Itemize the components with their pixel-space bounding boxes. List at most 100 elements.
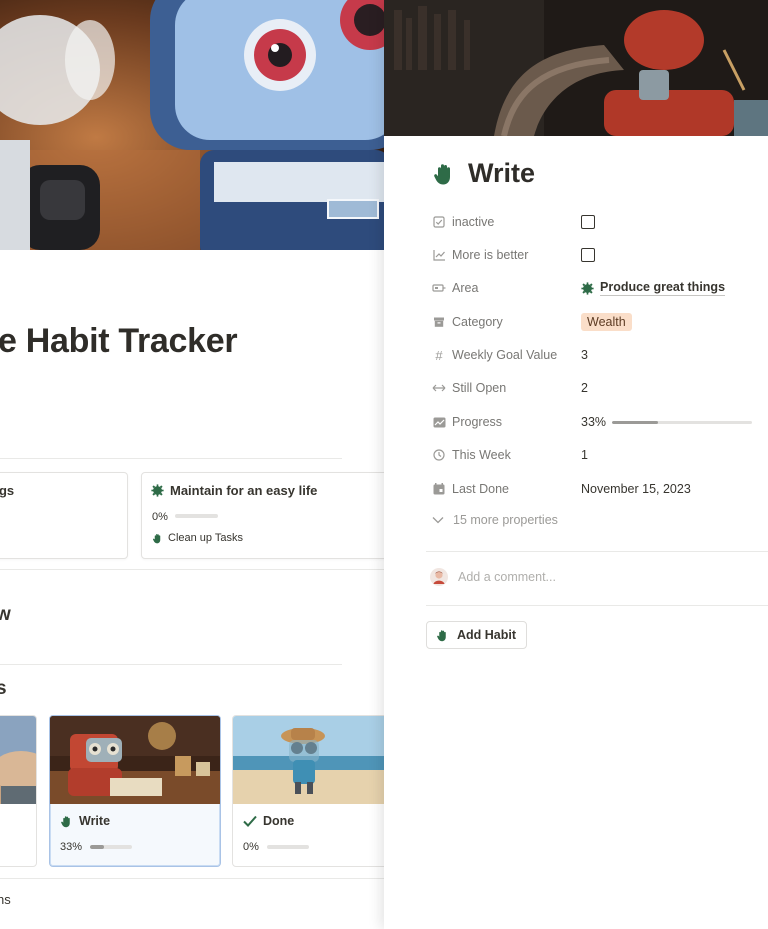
property-weekly-goal[interactable]: # Weekly Goal Value 3 xyxy=(432,343,768,367)
area-card-title: ngs xyxy=(0,483,15,498)
habit-thumbnail xyxy=(0,716,36,804)
cards-divider xyxy=(0,569,384,570)
avatar xyxy=(430,568,448,586)
hand-icon xyxy=(436,629,449,642)
peek-title-text[interactable]: Write xyxy=(468,158,535,189)
add-habit-button[interactable]: Add Habit xyxy=(426,621,528,649)
property-last-done[interactable]: Last Done November 15, 2023 xyxy=(432,477,768,501)
area-progress-bar xyxy=(175,514,218,518)
bottom-divider xyxy=(0,878,384,879)
area-card-title-text: Maintain for an easy life xyxy=(170,483,318,498)
property-label: Category xyxy=(432,315,581,329)
peek-title: Write xyxy=(432,158,535,189)
hand-icon[interactable] xyxy=(432,162,456,186)
section-divider xyxy=(0,664,342,665)
property-label-text: Area xyxy=(452,281,479,295)
calendar-icon xyxy=(432,482,446,496)
more-properties-label: 15 more properties xyxy=(453,513,558,527)
more-properties-toggle[interactable]: 15 more properties xyxy=(432,513,558,527)
property-label: Progress xyxy=(432,415,581,429)
archive-icon xyxy=(432,315,446,329)
property-inactive[interactable]: inactive xyxy=(432,210,768,234)
area-card-maintain[interactable]: Maintain for an easy life 0% Clean up Ta… xyxy=(141,472,384,559)
relation-icon xyxy=(432,281,446,295)
section-heading-1: w xyxy=(0,604,11,625)
property-label-text: Weekly Goal Value xyxy=(452,348,558,362)
checkbox-icon xyxy=(432,215,446,229)
property-this-week[interactable]: This Week 1 xyxy=(432,443,768,467)
comment-divider xyxy=(426,605,768,606)
weekly-goal-value[interactable]: 3 xyxy=(581,348,588,362)
hand-icon xyxy=(152,533,163,544)
property-area[interactable]: Area Produce great things xyxy=(432,276,768,300)
area-card-partial[interactable]: ngs xyxy=(0,472,128,559)
habit-card-partial[interactable] xyxy=(0,715,37,867)
trend-icon xyxy=(432,248,446,262)
last-done-value[interactable]: November 15, 2023 xyxy=(581,482,691,496)
comment-row[interactable]: Add a comment... xyxy=(430,568,556,586)
chevron-down-icon xyxy=(432,516,444,524)
property-progress[interactable]: Progress 33% xyxy=(432,410,768,434)
property-label: Still Open xyxy=(432,381,581,395)
property-category[interactable]: Category Wealth xyxy=(432,310,768,334)
property-label: # Weekly Goal Value xyxy=(432,347,581,363)
habit-card-title-text: Done xyxy=(263,814,295,828)
side-peek-panel: Write inactive More is better Area Produ… xyxy=(384,0,768,929)
arrows-icon xyxy=(432,381,446,395)
property-label: Last Done xyxy=(432,482,581,496)
property-label-text: This Week xyxy=(452,448,511,462)
progress-bar-fill xyxy=(612,420,659,424)
checkmark-icon xyxy=(243,815,257,827)
habit-card-done[interactable]: Done 0% xyxy=(232,715,384,867)
title-divider xyxy=(0,458,342,459)
property-label: inactive xyxy=(432,215,581,229)
page-title: e Habit Tracker xyxy=(0,322,238,360)
property-label-text: Progress xyxy=(452,415,503,429)
property-still-open[interactable]: Still Open 2 xyxy=(432,376,768,400)
progress-value: 33% xyxy=(581,415,607,429)
property-label: Area xyxy=(432,281,581,295)
add-habit-label: Add Habit xyxy=(457,628,517,642)
this-week-value[interactable]: 1 xyxy=(581,448,588,462)
background-page: e Habit Tracker ngs Maintain for an easy… xyxy=(0,0,384,929)
area-card-title: Maintain for an easy life xyxy=(151,483,317,498)
cover-image-writing-robot xyxy=(384,0,768,136)
habit-card-title: Write xyxy=(60,814,110,828)
habit-progress-bar xyxy=(267,845,309,849)
section-heading-2: s xyxy=(0,678,7,699)
habit-progress-label: 33% xyxy=(60,841,83,853)
habit-card-title-text: Write xyxy=(79,814,111,828)
properties-divider xyxy=(426,551,768,552)
habit-card-title: Done xyxy=(243,814,294,828)
area-relation-link[interactable]: Produce great things xyxy=(600,280,726,296)
gear-icon xyxy=(151,484,164,497)
habit-progress-bar xyxy=(90,845,132,849)
habit-thumbnail-done xyxy=(233,716,384,804)
progress-bar xyxy=(612,420,753,424)
property-label: More is better xyxy=(432,248,581,262)
chart-icon xyxy=(432,415,446,429)
clock-icon xyxy=(432,448,446,462)
more-is-better-checkbox[interactable] xyxy=(581,248,595,262)
task-link[interactable]: Clean up Tasks xyxy=(152,532,243,544)
habit-progress-fill xyxy=(90,845,104,849)
inactive-checkbox[interactable] xyxy=(581,215,595,229)
habit-card-write[interactable]: Write 33% xyxy=(49,715,221,867)
property-label-text: Last Done xyxy=(452,482,509,496)
footer-text: ns xyxy=(0,892,11,907)
comment-input[interactable]: Add a comment... xyxy=(458,570,556,584)
property-more-is-better[interactable]: More is better xyxy=(432,243,768,267)
property-label-text: inactive xyxy=(452,215,495,229)
habit-thumbnail-write xyxy=(50,716,220,804)
cover-image-robot xyxy=(0,0,384,250)
task-label: Clean up Tasks xyxy=(168,532,244,544)
gear-icon xyxy=(581,281,594,295)
habit-progress-label: 0% xyxy=(243,841,259,853)
still-open-value[interactable]: 2 xyxy=(581,381,588,395)
property-label: This Week xyxy=(432,448,581,462)
hash-icon: # xyxy=(435,347,443,363)
property-label-text: Category xyxy=(452,315,503,329)
category-tag[interactable]: Wealth xyxy=(581,313,632,331)
property-label-text: Still Open xyxy=(452,381,507,395)
hand-icon xyxy=(60,815,73,828)
